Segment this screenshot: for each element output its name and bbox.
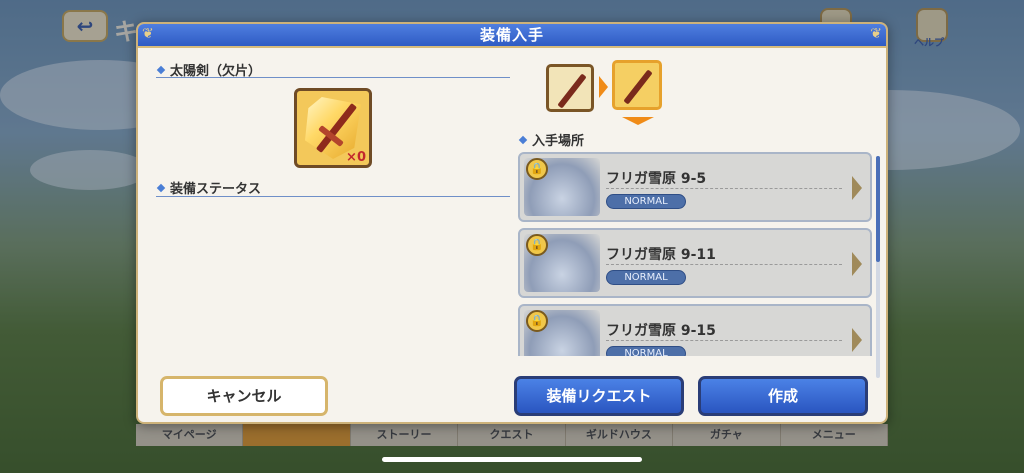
arrow-right-icon [599, 76, 608, 98]
sword-fragment-icon [623, 69, 653, 105]
divider [156, 77, 510, 78]
acquisition-title: 入手場所 [532, 134, 585, 149]
difficulty-badge: NORMAL [606, 194, 686, 209]
stage-name: フリガ雪原 9-11 [606, 247, 716, 263]
stage-name: フリガ雪原 9-5 [606, 171, 707, 187]
equipment-sword-tile[interactable] [546, 64, 594, 112]
corner-ornament-icon: ❦ [870, 26, 882, 42]
fragment-tile-selected[interactable] [612, 60, 662, 110]
stage-map-thumbnail: 🔒 [524, 310, 600, 356]
item-count: ×0 [346, 150, 366, 165]
stage-list-scrollbar[interactable] [876, 156, 880, 378]
dotted-divider [606, 340, 842, 341]
lock-icon: 🔒 [526, 310, 548, 332]
chevron-right-icon [852, 176, 862, 200]
difficulty-badge: NORMAL [606, 346, 686, 356]
dialog-header: ❦ 装備入手 ❦ [138, 24, 886, 48]
stage-row[interactable]: 🔒 フリガ雪原 9-5 NORMAL [518, 152, 872, 222]
cancel-button[interactable]: キャンセル [160, 376, 328, 416]
equipment-request-button[interactable]: 装備リクエスト [514, 376, 684, 416]
chevron-right-icon [852, 328, 862, 352]
status-heading: 装備ステータス [156, 178, 262, 197]
stage-row[interactable]: 🔒 フリガ雪原 9-15 NORMAL [518, 304, 872, 356]
stage-map-thumbnail: 🔒 [524, 158, 600, 216]
lock-icon: 🔒 [526, 158, 548, 180]
status-title: 装備ステータス [170, 182, 262, 197]
equipment-acquire-dialog: ❦ 装備入手 ❦ 太陽剣（欠片） ×0 装備ステータス 入手場所 🔒 フリガ雪原… [136, 22, 888, 424]
sword-icon [557, 73, 587, 109]
stage-list[interactable]: 🔒 フリガ雪原 9-5 NORMAL 🔒 フリガ雪原 9-11 NORMAL 🔒… [518, 152, 874, 356]
acquisition-heading: 入手場所 [518, 130, 585, 149]
stage-map-thumbnail: 🔒 [524, 234, 600, 292]
corner-ornament-icon: ❦ [142, 26, 154, 42]
bullet-diamond-icon [156, 65, 166, 74]
bullet-diamond-icon [156, 183, 166, 192]
scroll-thumb[interactable] [876, 156, 880, 262]
dotted-divider [606, 188, 842, 189]
item-icon-tile[interactable]: ×0 [294, 88, 372, 168]
home-indicator[interactable] [382, 457, 642, 462]
arrow-down-icon [622, 117, 654, 125]
stage-row[interactable]: 🔒 フリガ雪原 9-11 NORMAL [518, 228, 872, 298]
dialog-title: 装備入手 [479, 26, 544, 44]
lock-icon: 🔒 [526, 234, 548, 256]
chevron-right-icon [852, 252, 862, 276]
stage-name: フリガ雪原 9-15 [606, 323, 716, 339]
divider [156, 196, 510, 197]
bullet-diamond-icon [518, 135, 528, 144]
dotted-divider [606, 264, 842, 265]
difficulty-badge: NORMAL [606, 270, 686, 285]
craft-button[interactable]: 作成 [698, 376, 868, 416]
